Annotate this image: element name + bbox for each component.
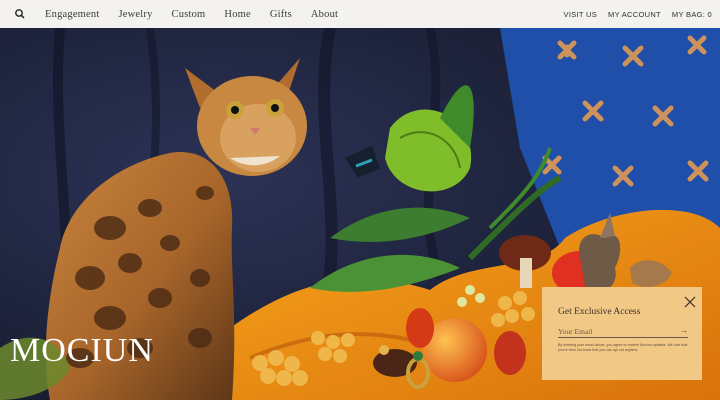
nav-link-custom[interactable]: Custom xyxy=(172,9,206,20)
email-field[interactable] xyxy=(558,326,680,336)
submit-arrow-icon[interactable]: → xyxy=(680,327,688,335)
nav-link-about[interactable]: About xyxy=(311,9,338,20)
nav-link-home[interactable]: Home xyxy=(224,9,250,20)
my-bag-link[interactable]: MY BAG: 0 xyxy=(672,10,712,19)
account-nav: VISIT US MY ACCOUNT MY BAG: 0 xyxy=(553,10,712,19)
email-row: → xyxy=(558,325,688,338)
brand-logo[interactable]: MOCIUN xyxy=(10,334,154,368)
newsletter-popup: Get Exclusive Access → By entering your … xyxy=(542,287,702,380)
popup-legal-text: By entering your email above, you agree … xyxy=(558,343,688,352)
primary-nav: Engagement Jewelry Custom Home Gifts Abo… xyxy=(45,9,357,20)
nav-link-jewelry[interactable]: Jewelry xyxy=(118,9,152,20)
visit-us-link[interactable]: VISIT US xyxy=(564,10,598,19)
search-icon[interactable] xyxy=(14,8,26,20)
my-account-link[interactable]: MY ACCOUNT xyxy=(608,10,661,19)
nav-link-engagement[interactable]: Engagement xyxy=(45,9,99,20)
popup-title: Get Exclusive Access xyxy=(558,307,641,317)
top-navigation: Engagement Jewelry Custom Home Gifts Abo… xyxy=(0,0,720,28)
nav-link-gifts[interactable]: Gifts xyxy=(270,9,292,20)
close-icon[interactable] xyxy=(684,295,696,308)
